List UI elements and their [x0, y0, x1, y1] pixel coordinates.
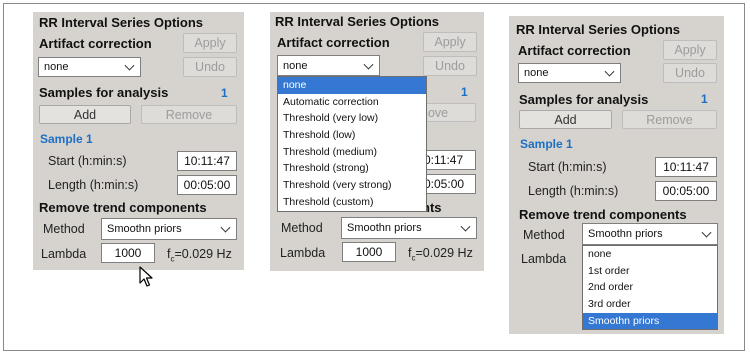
method-value: Smoothn priors — [347, 222, 422, 234]
lambda-label: Lambda — [280, 246, 326, 260]
dropdown-option[interactable]: Threshold (very strong) — [278, 177, 426, 194]
start-label: Start (h:min:s) — [528, 160, 607, 174]
dropdown-option[interactable]: Threshold (strong) — [278, 160, 426, 177]
method-value: Smoothn priors — [588, 228, 663, 240]
add-button[interactable]: Add — [519, 110, 612, 129]
method-select[interactable]: Smoothn priors — [341, 217, 477, 239]
undo-button[interactable]: Undo — [183, 57, 237, 77]
options-panel-3: RR Interval Series Options Artifact corr… — [509, 16, 724, 334]
panel-title: RR Interval Series Options — [516, 22, 680, 37]
apply-button[interactable]: Apply — [423, 32, 477, 52]
length-field[interactable]: 00:05:00 — [655, 181, 717, 201]
dropdown-option[interactable]: Smoothn priors — [583, 312, 717, 330]
artifact-correction-label: Artifact correction — [518, 43, 631, 58]
start-field-partial[interactable]: 0:11:47 — [420, 150, 476, 170]
length-label: Length (h:min:s) — [48, 178, 139, 192]
start-field[interactable]: 10:11:47 — [655, 157, 717, 177]
sample-title: Sample 1 — [520, 137, 573, 151]
remove-button[interactable]: Remove — [622, 110, 717, 129]
lambda-field[interactable]: 1000 — [342, 242, 396, 262]
panel-title: RR Interval Series Options — [39, 15, 203, 30]
samples-label: Samples for analysis — [39, 85, 169, 100]
chevron-down-icon — [363, 59, 374, 70]
lambda-label: Lambda — [41, 247, 87, 261]
dropdown-option[interactable]: Threshold (very low) — [278, 110, 426, 127]
dropdown-option[interactable]: 1st order — [583, 263, 717, 280]
method-label: Method — [523, 228, 565, 242]
sample-title: Sample 1 — [40, 132, 93, 146]
length-field[interactable]: 00:05:00 — [177, 175, 237, 195]
artifact-correction-value: none — [524, 67, 549, 79]
apply-button[interactable]: Apply — [183, 33, 237, 53]
length-label: Length (h:min:s) — [528, 184, 619, 198]
chevron-down-icon — [604, 66, 615, 77]
method-select[interactable]: Smoothn priors — [101, 218, 237, 240]
samples-count: 1 — [221, 86, 228, 100]
artifact-correction-value: none — [44, 61, 69, 73]
method-label: Method — [281, 221, 323, 235]
trend-label: Remove trend components — [39, 200, 207, 215]
artifact-correction-dropdown[interactable]: none Automatic correction Threshold (very … — [277, 76, 427, 212]
method-select[interactable]: Smoothn priors — [582, 223, 718, 245]
start-field[interactable]: 10:11:47 — [177, 151, 237, 171]
cutoff-frequency: fc=0.029 Hz — [408, 246, 473, 263]
panel-title: RR Interval Series Options — [275, 14, 439, 29]
mouse-cursor-icon — [139, 266, 153, 287]
samples-label: Samples for analysis — [519, 92, 649, 107]
options-panel-1: RR Interval Series Options Artifact corr… — [33, 12, 244, 270]
artifact-correction-select[interactable]: none — [38, 57, 141, 77]
lambda-label: Lambda — [521, 252, 567, 266]
artifact-correction-select[interactable]: none — [277, 55, 380, 76]
samples-count: 1 — [701, 92, 708, 106]
dropdown-option[interactable]: 3rd order — [583, 296, 717, 313]
fc-value: =0.029 Hz — [415, 246, 473, 260]
cutoff-frequency: fc=0.029 Hz — [167, 247, 232, 264]
fc-value: =0.029 Hz — [174, 247, 232, 261]
add-button[interactable]: Add — [39, 105, 131, 124]
undo-button[interactable]: Undo — [663, 63, 717, 83]
artifact-correction-value: none — [283, 59, 308, 72]
options-panel-2: RR Interval Series Options Artifact corr… — [270, 12, 484, 271]
dropdown-option[interactable]: Threshold (low) — [278, 127, 426, 144]
dropdown-option[interactable]: none — [278, 77, 426, 94]
remove-button[interactable]: Remove — [141, 105, 237, 124]
chevron-down-icon — [460, 221, 471, 232]
method-value: Smoothn priors — [107, 223, 182, 235]
method-dropdown[interactable]: none 1st order 2nd order 3rd order Smoothn p… — [582, 245, 718, 331]
artifact-correction-label: Artifact correction — [39, 36, 152, 51]
length-field-partial[interactable]: 0:05:00 — [420, 174, 476, 194]
artifact-correction-select[interactable]: none — [518, 63, 621, 83]
undo-button[interactable]: Undo — [423, 56, 477, 76]
chevron-down-icon — [701, 227, 712, 238]
start-label: Start (h:min:s) — [48, 154, 127, 168]
artifact-correction-label: Artifact correction — [277, 35, 390, 50]
dropdown-option[interactable]: none — [583, 246, 717, 263]
chevron-down-icon — [124, 60, 135, 71]
samples-count: 1 — [461, 85, 468, 99]
chevron-down-icon — [220, 222, 231, 233]
lambda-field[interactable]: 1000 — [101, 243, 155, 263]
dropdown-option[interactable]: Automatic correction — [278, 94, 426, 111]
dropdown-option[interactable]: Threshold (custom) — [278, 194, 426, 211]
method-label: Method — [43, 222, 85, 236]
trend-label: Remove trend components — [519, 207, 687, 222]
dropdown-option[interactable]: 2nd order — [583, 279, 717, 296]
apply-button[interactable]: Apply — [663, 40, 717, 60]
dropdown-option[interactable]: Threshold (medium) — [278, 144, 426, 161]
